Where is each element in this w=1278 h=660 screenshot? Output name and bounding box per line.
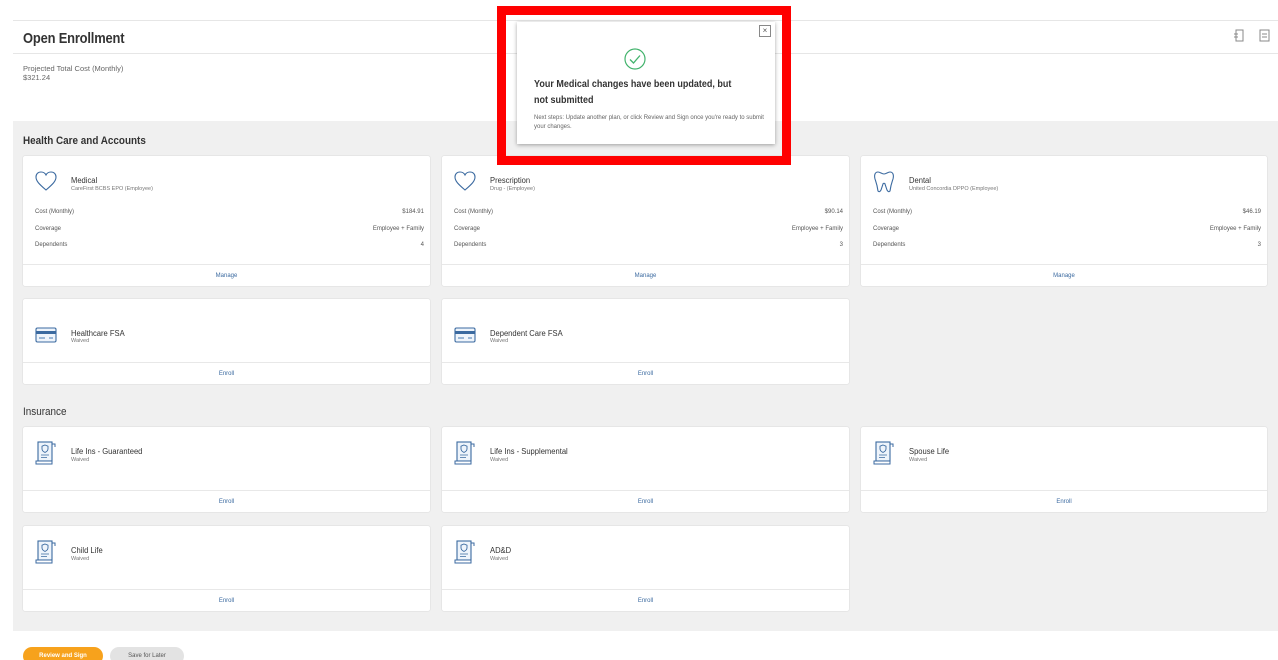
dependents-row: Dependents 3 <box>442 240 849 257</box>
plan-title: Medical <box>71 176 98 185</box>
enroll-dependent-care-fsa-button[interactable]: Enroll <box>442 362 849 384</box>
cost-value: $184.91 <box>402 209 424 215</box>
manage-prescription-button[interactable]: Manage <box>442 264 849 286</box>
cost-row: Cost (Monthly) $46.19 <box>861 207 1267 224</box>
review-and-sign-button[interactable]: Review and Sign <box>23 647 103 660</box>
credit-card-icon <box>454 326 476 344</box>
child-life-card: Child Life Waived Enroll <box>23 526 430 611</box>
plan-title: Prescription <box>490 176 531 185</box>
projected-total-cost: Projected Total Cost (Monthly) $321.24 <box>23 64 123 82</box>
plan-status: Waived <box>71 556 90 562</box>
plan-title: Life Ins - Supplemental <box>490 447 568 456</box>
dependents-value: 3 <box>1257 242 1261 248</box>
coverage-value: Employee + Family <box>791 225 843 232</box>
plan-title: Healthcare FSA <box>71 329 125 338</box>
enroll-add-button[interactable]: Enroll <box>442 589 849 611</box>
plan-status: Waived <box>909 457 928 463</box>
credit-card-icon <box>35 326 57 344</box>
section-insurance: Insurance <box>23 406 67 418</box>
enroll-life-supplemental-button[interactable]: Enroll <box>442 490 849 512</box>
plan-title: AD&D <box>490 546 512 555</box>
plan-subtitle: United Concordia DPPO (Employee) <box>909 186 999 192</box>
dependents-row: Dependents 3 <box>861 240 1267 257</box>
medical-card: Medical CareFirst BCBS EPO (Employee) Co… <box>23 156 430 286</box>
projected-value: $321.24 <box>23 73 51 82</box>
dependents-label: Dependents <box>35 242 68 248</box>
enroll-life-guaranteed-button[interactable]: Enroll <box>23 490 430 512</box>
print-icon[interactable] <box>1259 29 1270 42</box>
manage-dental-button[interactable]: Manage <box>861 264 1267 286</box>
dental-card: Dental United Concordia DPPO (Employee) … <box>861 156 1267 286</box>
dependents-label: Dependents <box>873 242 906 248</box>
cost-label: Cost (Monthly) <box>35 209 75 215</box>
life-ins-guaranteed-card: Life Ins - Guaranteed Waived Enroll <box>23 427 430 512</box>
policy-document-icon <box>873 441 895 465</box>
plan-subtitle: CareFirst BCBS EPO (Employee) <box>71 186 153 192</box>
policy-document-icon <box>454 540 476 564</box>
healthcare-fsa-card: Healthcare FSA Waived Enroll <box>23 299 430 384</box>
policy-document-icon <box>454 441 476 465</box>
cost-label: Cost (Monthly) <box>454 209 494 215</box>
cost-row: Cost (Monthly) $90.14 <box>442 207 849 224</box>
plan-status: Waived <box>490 457 509 463</box>
dependents-row: Dependents 4 <box>23 240 430 257</box>
cost-label: Cost (Monthly) <box>873 209 913 215</box>
coverage-value: Employee + Family <box>372 225 424 232</box>
projected-label: Projected Total Cost (Monthly) <box>23 64 124 73</box>
coverage-row: Coverage Employee + Family <box>442 224 849 241</box>
policy-document-icon <box>35 540 57 564</box>
section-health-care: Health Care and Accounts <box>23 135 146 147</box>
policy-document-icon <box>35 441 57 465</box>
plan-title: Spouse Life <box>909 447 950 456</box>
page-title: Open Enrollment <box>23 30 125 47</box>
plan-status: Waived <box>71 338 90 344</box>
coverage-value: Employee + Family <box>1209 225 1261 232</box>
export-icon[interactable] <box>1234 29 1245 42</box>
dependents-value: 4 <box>420 242 424 248</box>
tooth-icon <box>873 170 895 194</box>
dependent-care-fsa-card: Dependent Care FSA Waived Enroll <box>442 299 849 384</box>
plan-subtitle: Drug - (Employee) <box>490 186 535 192</box>
plan-status: Waived <box>71 457 90 463</box>
plan-title: Child Life <box>71 546 103 555</box>
add-card: AD&D Waived Enroll <box>442 526 849 611</box>
spouse-life-card: Spouse Life Waived Enroll <box>861 427 1267 512</box>
cost-row: Cost (Monthly) $184.91 <box>23 207 430 224</box>
plan-title: Life Ins - Guaranteed <box>71 447 143 456</box>
plan-title: Dependent Care FSA <box>490 329 563 338</box>
dependents-value: 3 <box>839 242 843 248</box>
coverage-label: Coverage <box>873 225 900 232</box>
coverage-label: Coverage <box>454 225 481 232</box>
prescription-card: Prescription Drug - (Employee) Cost (Mon… <box>442 156 849 286</box>
plan-title: Dental <box>909 176 931 185</box>
enroll-spouse-life-button[interactable]: Enroll <box>861 490 1267 512</box>
header-actions <box>1234 29 1270 42</box>
enroll-child-life-button[interactable]: Enroll <box>23 589 430 611</box>
coverage-label: Coverage <box>35 225 62 232</box>
plan-status: Waived <box>490 338 509 344</box>
heart-icon <box>35 170 57 194</box>
highlight-box <box>497 6 791 165</box>
cost-value: $90.14 <box>824 209 843 215</box>
save-for-later-button[interactable]: Save for Later <box>110 647 184 660</box>
dependents-label: Dependents <box>454 242 487 248</box>
heart-icon <box>454 170 476 194</box>
coverage-row: Coverage Employee + Family <box>861 224 1267 241</box>
manage-medical-button[interactable]: Manage <box>23 264 430 286</box>
life-ins-supplemental-card: Life Ins - Supplemental Waived Enroll <box>442 427 849 512</box>
cost-value: $46.19 <box>1242 209 1261 215</box>
enroll-healthcare-fsa-button[interactable]: Enroll <box>23 362 430 384</box>
plan-status: Waived <box>490 556 509 562</box>
coverage-row: Coverage Employee + Family <box>23 224 430 241</box>
